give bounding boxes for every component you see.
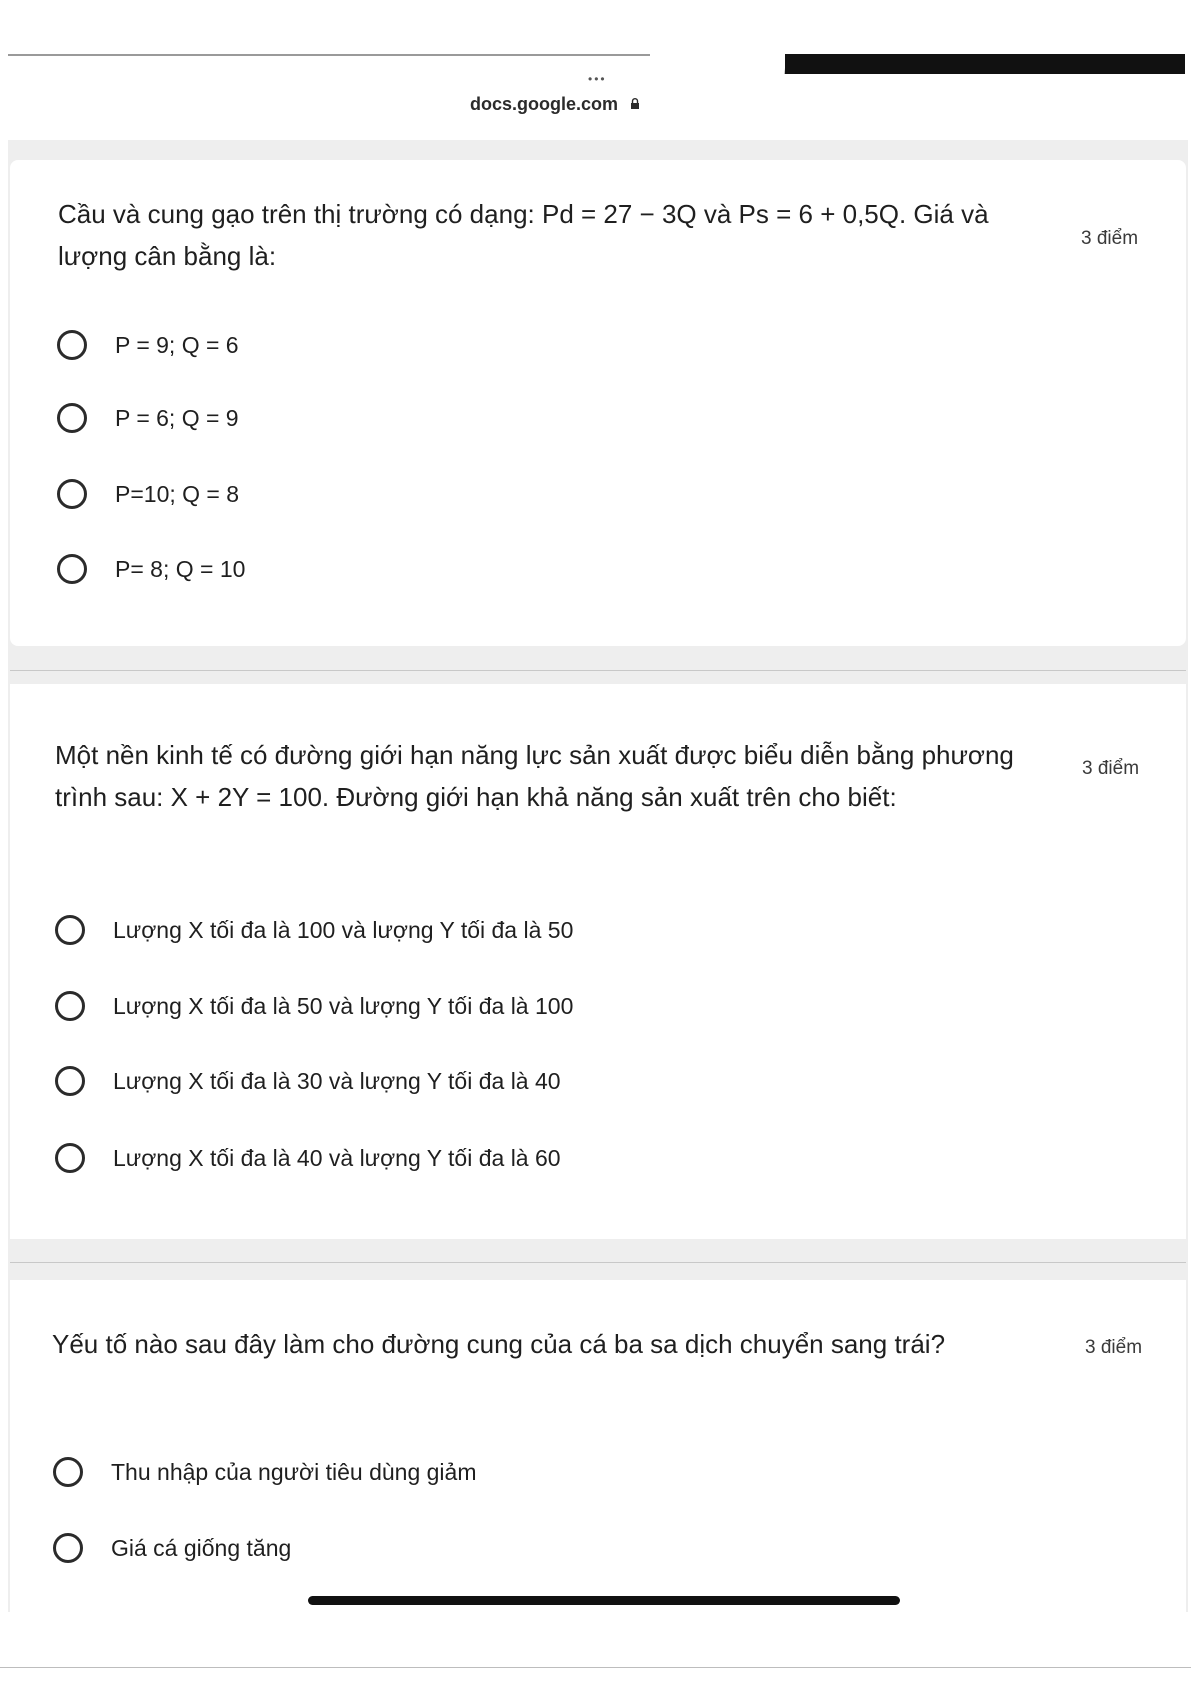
radio-button[interactable] xyxy=(57,554,87,584)
radio-button[interactable] xyxy=(57,403,87,433)
option-q2-4[interactable]: Lượng X tối đa là 40 và lượng Y tối đa l… xyxy=(55,1143,561,1173)
option-label: P=10; Q = 8 xyxy=(115,480,240,507)
option-q2-3[interactable]: Lượng X tối đa là 30 và lượng Y tối đa l… xyxy=(55,1066,561,1096)
option-q1-4[interactable]: P= 8; Q = 10 xyxy=(57,554,245,584)
option-label: Lượng X tối đa là 50 và lượng Y tối đa l… xyxy=(113,992,574,1019)
question-2-points: 3 điểm xyxy=(1082,758,1140,779)
option-label: Lượng X tối đa là 100 và lượng Y tối đa … xyxy=(113,916,574,943)
option-label: P = 9; Q = 6 xyxy=(115,331,239,358)
option-q3-1[interactable]: Thu nhập của người tiêu dùng giảm xyxy=(53,1457,477,1487)
radio-button[interactable] xyxy=(55,1066,85,1096)
radio-button[interactable] xyxy=(53,1533,83,1563)
section-divider xyxy=(10,1262,1186,1263)
option-label: Giá cá giống tăng xyxy=(111,1534,292,1561)
question-1-points: 3 điểm xyxy=(1081,228,1139,249)
option-q1-3[interactable]: P=10; Q = 8 xyxy=(57,479,239,509)
section-divider xyxy=(10,670,1186,671)
option-q2-2[interactable]: Lượng X tối đa là 50 và lượng Y tối đa l… xyxy=(55,991,573,1021)
radio-button[interactable] xyxy=(55,991,85,1021)
scan-edge-line xyxy=(0,1667,1191,1668)
status-bar-edge xyxy=(8,54,653,56)
option-label: Lượng X tối đa là 40 và lượng Y tối đa l… xyxy=(113,1144,561,1171)
question-1-title: Cầu và cung gạo trên thị trường có dạng:… xyxy=(58,199,989,271)
option-q1-1[interactable]: P = 9; Q = 6 xyxy=(57,330,239,360)
question-3-title: Yếu tố nào sau đây làm cho đường cung củ… xyxy=(52,1329,946,1359)
radio-button[interactable] xyxy=(55,915,85,945)
radio-button[interactable] xyxy=(55,1143,85,1173)
lock-icon xyxy=(631,98,639,109)
question-2-title: Một nền kinh tế có đường giới hạn năng l… xyxy=(55,740,1014,812)
option-q3-2[interactable]: Giá cá giống tăng xyxy=(53,1533,291,1563)
scan-margin-bottom xyxy=(0,1612,1191,1685)
option-q1-2[interactable]: P = 6; Q = 9 xyxy=(57,403,239,433)
option-label: P = 6; Q = 9 xyxy=(115,404,239,431)
status-bar-dark xyxy=(780,54,1185,74)
option-q2-1[interactable]: Lượng X tối đa là 100 và lượng Y tối đa … xyxy=(55,915,573,945)
home-indicator[interactable] xyxy=(308,1596,900,1605)
option-label: Lượng X tối đa là 30 và lượng Y tối đa l… xyxy=(113,1067,561,1094)
radio-button[interactable] xyxy=(57,330,87,360)
option-label: P= 8; Q = 10 xyxy=(115,555,246,582)
scan-margin-top xyxy=(0,0,1191,52)
radio-button[interactable] xyxy=(53,1457,83,1487)
radio-button[interactable] xyxy=(57,479,87,509)
question-3-points: 3 điểm xyxy=(1085,1337,1143,1358)
url-bar[interactable]: docs.google.com xyxy=(470,94,618,115)
tabs-dots-icon[interactable]: ••• xyxy=(588,72,607,86)
option-label: Thu nhập của người tiêu dùng giảm xyxy=(111,1458,477,1485)
